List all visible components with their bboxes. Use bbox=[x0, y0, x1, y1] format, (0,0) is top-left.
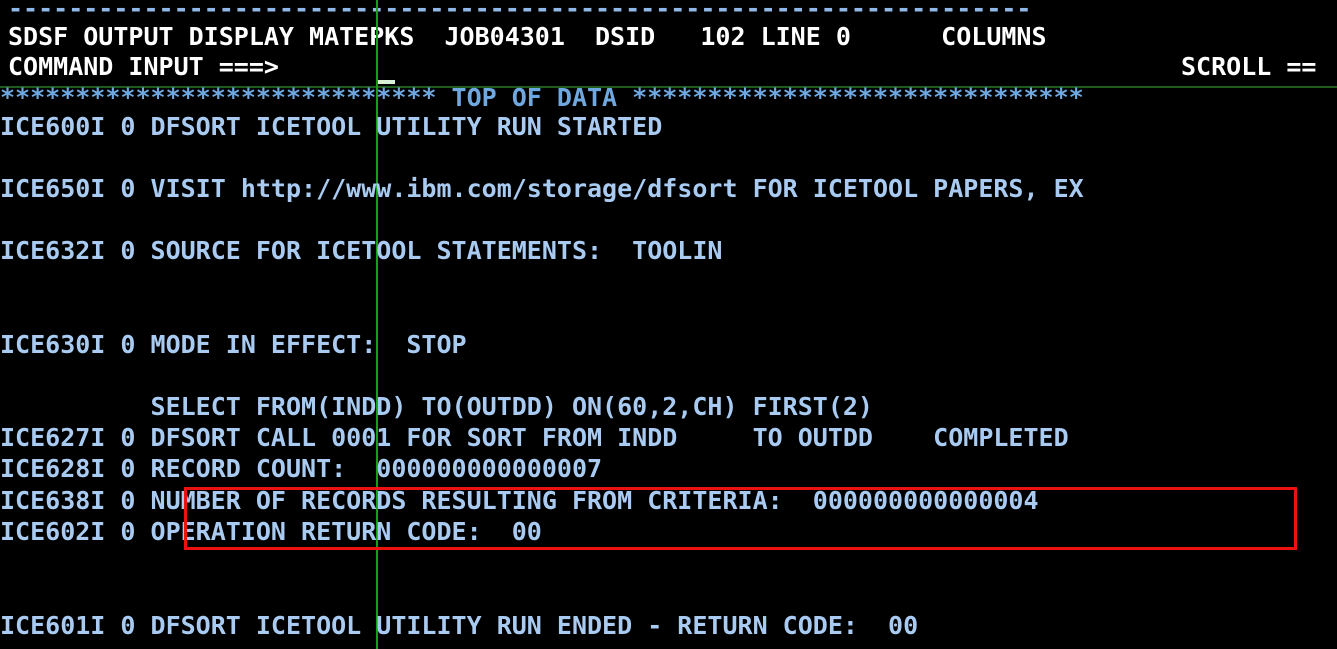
header-separator-line: ----------------------------------------… bbox=[8, 0, 1032, 23]
output-line: ICE600I 0 DFSORT ICETOOL UTILITY RUN STA… bbox=[0, 112, 663, 141]
output-line: ICE627I 0 DFSORT CALL 0001 FOR SORT FROM… bbox=[0, 423, 1069, 452]
output-line: ICE630I 0 MODE IN EFFECT: STOP bbox=[0, 330, 467, 359]
panel-title-line: SDSF OUTPUT DISPLAY MATEPKS JOB04301 DSI… bbox=[8, 22, 1047, 51]
output-line: SELECT FROM(INDD) TO(OUTDD) ON(60,2,CH) … bbox=[0, 392, 873, 421]
terminal-screen: ----------------------------------------… bbox=[0, 0, 1337, 649]
output-line: ICE632I 0 SOURCE FOR ICETOOL STATEMENTS:… bbox=[0, 236, 723, 265]
top-of-data-marker: ***************************** TOP OF DAT… bbox=[0, 83, 1084, 112]
output-line: ICE628I 0 RECORD COUNT: 000000000000007 bbox=[0, 454, 603, 483]
scroll-field-label[interactable]: SCROLL == bbox=[1181, 52, 1316, 82]
command-input-line[interactable]: COMMAND INPUT ===> bbox=[0, 52, 279, 82]
output-line: ICE650I 0 VISIT http://www.ibm.com/stora… bbox=[0, 174, 1084, 203]
output-line: ICE601I 0 DFSORT ICETOOL UTILITY RUN END… bbox=[0, 611, 919, 640]
output-line: ICE602I 0 OPERATION RETURN CODE: 00 bbox=[0, 517, 542, 546]
output-line: ICE638I 0 NUMBER OF RECORDS RESULTING FR… bbox=[0, 486, 1039, 515]
